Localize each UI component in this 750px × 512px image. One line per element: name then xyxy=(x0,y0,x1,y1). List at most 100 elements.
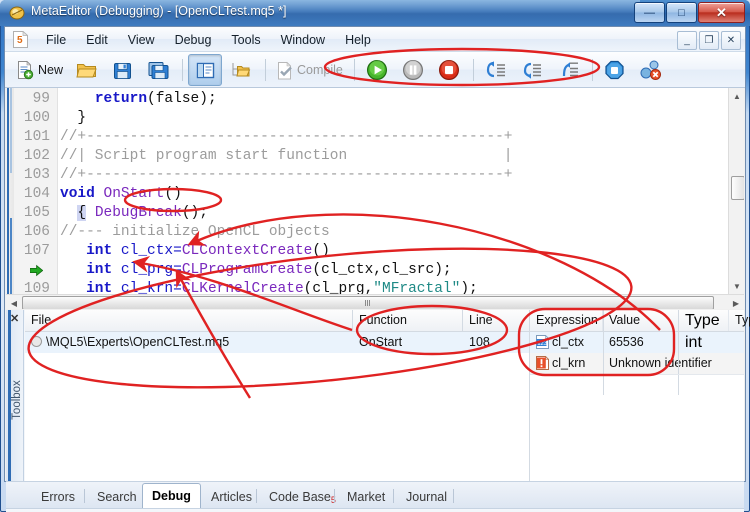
tab-market[interactable]: Market xyxy=(338,486,394,509)
code-line-text: //--- initialize OpenCL objects xyxy=(60,224,330,240)
error-icon xyxy=(536,356,549,370)
mdi-restore-button[interactable]: ❐ xyxy=(699,31,719,50)
toolbar-separator-1 xyxy=(182,59,184,81)
toolbar-separator-3 xyxy=(353,59,355,81)
tab-codebase[interactable]: Code Base5 xyxy=(260,486,345,509)
horizontal-scroll-thumb[interactable] xyxy=(22,296,714,309)
stop-debug-button[interactable] xyxy=(432,54,466,86)
play-icon xyxy=(366,60,387,80)
new-file-button[interactable]: New xyxy=(11,54,67,86)
editor-horizontal-scrollbar[interactable]: ◀ ▶ xyxy=(6,294,744,309)
code-line[interactable]: 105 { DebugBreak(); xyxy=(6,204,744,223)
watch-value-cell-2: Unknown identifier xyxy=(609,356,712,370)
mdi-close-button[interactable]: ✕ xyxy=(721,31,741,50)
code-line-text: { DebugBreak(); xyxy=(77,205,208,221)
toolbox-close-icon[interactable]: ✕ xyxy=(10,312,19,325)
step-into-icon xyxy=(486,61,505,78)
code-line[interactable]: 102 //| Script program start function | xyxy=(6,147,744,166)
watch-col-split-value xyxy=(603,310,604,395)
line-number: 99 xyxy=(32,91,50,107)
col-header-file[interactable]: File xyxy=(25,310,353,331)
watch-expression-text-1: cl_ctx xyxy=(552,335,584,349)
editor-vertical-scrollbar[interactable]: ▲ ▼ xyxy=(728,88,744,294)
pause-debug-button[interactable] xyxy=(396,54,430,86)
navigator-button[interactable] xyxy=(188,54,223,86)
scroll-up-arrow[interactable]: ▲ xyxy=(729,88,744,104)
menu-edit[interactable]: Edit xyxy=(76,30,118,50)
save-button[interactable] xyxy=(105,54,139,86)
window-title: MetaEditor (Debugging) - [OpenCLTest.mq5… xyxy=(31,4,287,18)
mql5-document-icon: 5 xyxy=(13,31,28,48)
close-button[interactable]: ✕ xyxy=(698,2,745,23)
tab-articles[interactable]: Articles xyxy=(202,486,261,509)
menu-window[interactable]: Window xyxy=(271,30,335,50)
step-over-button[interactable] xyxy=(515,54,549,86)
menu-file[interactable]: File xyxy=(36,30,76,50)
line-number: 101 xyxy=(23,129,50,145)
folder-tree-icon xyxy=(232,63,251,77)
menu-debug[interactable]: Debug xyxy=(165,30,222,50)
code-line[interactable]: int cl_prg=CLProgramCreate(cl_ctx,cl_src… xyxy=(6,261,744,280)
vertical-scroll-thumb[interactable] xyxy=(731,176,744,200)
compile-button[interactable]: Compile xyxy=(271,54,347,86)
scroll-down-arrow[interactable]: ▼ xyxy=(729,278,744,294)
maximize-button[interactable]: □ xyxy=(666,2,697,23)
line-number: 106 xyxy=(23,224,50,240)
delete-all-breakpoints-button[interactable] xyxy=(634,54,668,86)
mdi-minimize-button[interactable]: _ xyxy=(677,31,697,50)
delete-breakpoints-icon xyxy=(640,60,661,80)
toolbar-separator-5 xyxy=(591,59,593,81)
watch-row-divider xyxy=(530,374,744,375)
step-into-button[interactable] xyxy=(479,54,513,86)
step-out-button[interactable] xyxy=(551,54,585,86)
col-header-type-visible[interactable]: Type xyxy=(679,310,744,331)
line-number: 105 xyxy=(23,205,50,221)
start-debug-button[interactable] xyxy=(360,54,394,86)
tab-codebase-label: Code Base xyxy=(269,490,331,504)
open-folder-icon xyxy=(75,63,97,77)
callstack-line-cell: 108 xyxy=(469,335,490,349)
window-controls: — □ ✕ xyxy=(634,2,745,23)
tab-search[interactable]: Search xyxy=(88,486,146,509)
code-line[interactable]: 106 //--- initialize OpenCL objects xyxy=(6,223,744,242)
code-line[interactable]: 99 return(false); xyxy=(6,90,744,109)
col-header-expression[interactable]: Expression xyxy=(530,310,603,331)
callstack-function-cell: OnStart xyxy=(359,335,403,349)
callstack-row[interactable]: \MQL5\Experts\OpenCLTest.mq5 OnStart 108 xyxy=(25,332,529,353)
title-bar: MetaEditor (Debugging) - [OpenCLTest.mq5… xyxy=(0,0,750,26)
col-header-line[interactable]: Line xyxy=(463,310,530,331)
step-over-icon xyxy=(523,62,541,79)
svg-text:5: 5 xyxy=(17,35,23,46)
tab-errors[interactable]: Errors xyxy=(32,486,84,509)
tab-divider-3 xyxy=(334,489,335,503)
code-line[interactable]: 103 //+----------------------------------… xyxy=(6,166,744,185)
scroll-left-arrow[interactable]: ◀ xyxy=(6,295,22,309)
save-all-button[interactable] xyxy=(141,54,175,86)
open-folder-button[interactable] xyxy=(69,54,103,86)
scroll-right-arrow[interactable]: ▶ xyxy=(728,295,744,309)
tab-debug[interactable]: Debug xyxy=(142,483,201,510)
menu-tools[interactable]: Tools xyxy=(221,30,270,50)
code-lines[interactable]: 99 return(false); 100 } 101//+------------… xyxy=(6,90,744,299)
watch-row-2[interactable]: cl_krn Unknown identifier xyxy=(530,353,744,374)
code-line[interactable]: 107 int cl_ctx=CLContextCreate() xyxy=(6,242,744,261)
watch-type-cell-1: int xyxy=(679,332,744,353)
code-line[interactable]: 104 void OnStart() xyxy=(6,185,744,204)
code-line-text: } xyxy=(60,110,87,126)
folder-tree-button[interactable] xyxy=(224,54,258,86)
minimize-button[interactable]: — xyxy=(634,2,665,23)
watch-col-split-type xyxy=(678,310,679,395)
menu-help[interactable]: Help xyxy=(335,30,381,50)
code-line[interactable]: 100 } xyxy=(6,109,744,128)
toolbar-separator-4 xyxy=(472,59,474,81)
metaeditor-window: MetaEditor (Debugging) - [OpenCLTest.mq5… xyxy=(0,0,750,512)
mdi-window-controls: _ ❐ ✕ xyxy=(677,31,741,50)
line-number: 102 xyxy=(23,148,50,164)
code-editor[interactable]: 99 return(false); 100 } 101//+------------… xyxy=(6,88,744,309)
menu-view[interactable]: View xyxy=(118,30,165,50)
tab-journal[interactable]: Journal xyxy=(397,486,456,509)
code-line[interactable]: 101 //+----------------------------------… xyxy=(6,128,744,147)
stack-col-split-function xyxy=(352,310,353,332)
toggle-breakpoint-button[interactable] xyxy=(598,54,632,86)
col-header-function[interactable]: Function xyxy=(353,310,463,331)
